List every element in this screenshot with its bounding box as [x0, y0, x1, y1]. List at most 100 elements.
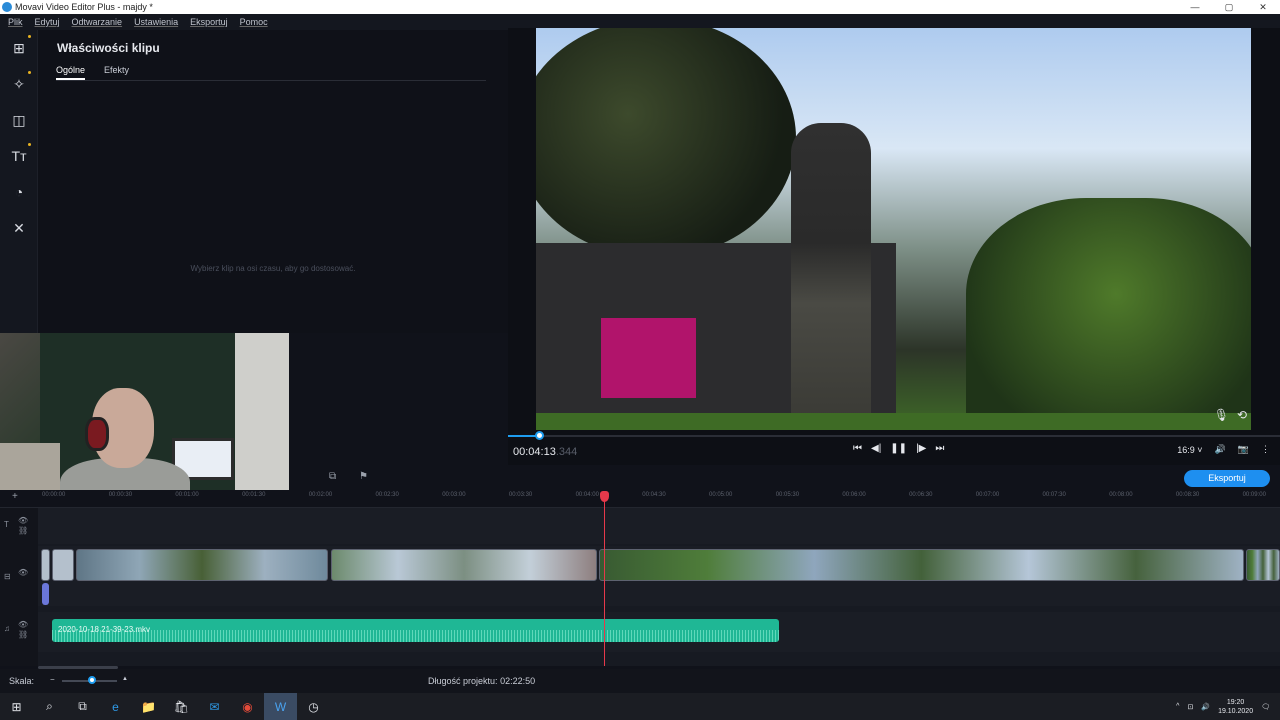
menu-plik[interactable]: Plik — [8, 17, 23, 27]
aspect-ratio-select[interactable]: 16:9 ˅ — [1177, 445, 1202, 455]
video-clip[interactable] — [41, 549, 50, 581]
scale-slider-knob[interactable] — [88, 676, 97, 684]
panel-title: Właściwości klipu — [57, 41, 160, 55]
video-clip[interactable] — [76, 549, 328, 581]
export-button[interactable]: Eksportuj — [1184, 470, 1270, 487]
tray-clock[interactable]: 19:20 19.10.2020 — [1218, 698, 1253, 716]
player-extra-controls: 16:9 ˅ 🔊 📷 ⋮ — [1177, 444, 1270, 455]
mail-icon[interactable]: ✉ — [198, 693, 231, 720]
menu-pomoc[interactable]: Pomoc — [240, 17, 268, 27]
notifications-icon[interactable]: 🗨 — [1261, 703, 1270, 711]
ruler-tick: 00:05:00 — [709, 492, 733, 498]
transport-controls: ⏮ ◀| ❚❚ |▶ ⏭ — [853, 443, 944, 454]
loop-icon[interactable]: ⟲ — [1237, 408, 1247, 422]
ruler-tick: 00:00:00 — [42, 492, 66, 498]
minimize-button[interactable]: — — [1178, 0, 1212, 14]
menu-ustawienia[interactable]: Ustawienia — [134, 17, 178, 27]
ruler-tick: 00:07:30 — [1042, 492, 1066, 498]
ruler-tick: 00:03:30 — [508, 492, 533, 498]
ruler-tick: 00:02:30 — [375, 492, 399, 498]
visibility-icon[interactable]: 👁 — [18, 620, 28, 629]
track-headers: T 👁 ⛓ ⊟ 👁 ♫ 👁 ⛓ — [0, 508, 38, 666]
frame-back-icon[interactable]: ◀| — [871, 443, 881, 454]
audio-track-icon: ♫ — [4, 624, 10, 633]
link-icon[interactable]: ⛓ — [18, 526, 28, 535]
frame-forward-icon[interactable]: |▶ — [916, 443, 926, 454]
menu-eksportuj[interactable]: Eksportuj — [190, 17, 228, 27]
import-icon[interactable]: ⊞ — [0, 30, 38, 66]
volume-icon[interactable]: 🔊 — [1215, 444, 1226, 455]
menu-edytuj[interactable]: Edytuj — [35, 17, 60, 27]
explorer-icon[interactable]: 📁 — [132, 693, 165, 720]
audio-clip[interactable]: 2020-10-18 21-39-23.mkv — [52, 619, 779, 642]
tools-icon[interactable]: ✕ — [0, 210, 38, 246]
zoom-out-icon[interactable]: − — [50, 675, 55, 684]
edge-icon[interactable]: e — [99, 693, 132, 720]
chrome-icon[interactable]: ◉ — [231, 693, 264, 720]
empty-hint: Wybierz klip na osi czasu, aby go dostos… — [190, 264, 356, 273]
close-button[interactable]: ✕ — [1246, 0, 1280, 14]
search-icon[interactable]: ⌕ — [33, 693, 66, 720]
tray-chevron-icon[interactable]: ^ — [1176, 703, 1179, 710]
store-icon[interactable]: 🛍 — [165, 693, 198, 720]
marker-icon[interactable]: ⚑ — [359, 471, 368, 482]
ruler-tick: 00:04:00 — [575, 492, 599, 498]
network-icon[interactable]: ⊡ — [1187, 703, 1193, 711]
visibility-icon[interactable]: 👁 — [18, 516, 28, 525]
task-view-icon[interactable]: ⧉ — [66, 693, 99, 720]
timeline-ruler[interactable]: + 00:00:00 00:00:30 00:01:00 00:01:30 00:02:… — [0, 490, 1280, 508]
snapshot-icon[interactable]: 📷 — [1238, 444, 1249, 455]
magic-wand-icon[interactable]: ✧ — [0, 66, 38, 102]
visibility-icon[interactable]: 👁 — [18, 568, 28, 577]
video-clip[interactable] — [52, 549, 74, 581]
ruler-tick: 00:08:00 — [1109, 492, 1133, 498]
status-bar: Skala: − ▲ Długość projektu: 02:22:50 — [0, 669, 1280, 693]
stickers-icon[interactable]: ◔ — [0, 174, 38, 210]
video-frame[interactable]: 🎙 ⟲ — [536, 28, 1251, 430]
playback-progress[interactable] — [508, 431, 1280, 440]
pause-icon[interactable]: ❚❚ — [890, 443, 907, 454]
overlay-clip[interactable] — [42, 583, 49, 605]
ruler-tick: 00:09:00 — [1242, 492, 1266, 498]
video-clip[interactable] — [599, 549, 1244, 581]
start-icon[interactable]: ⊞ — [0, 693, 33, 720]
more-icon[interactable]: ⋮ — [1261, 444, 1270, 455]
ruler-tick: 00:01:30 — [242, 492, 266, 498]
windows-taskbar: ⊞ ⌕ ⧉ e 📁 🛍 ✉ ◉ W ◷ ^ ⊡ 🔊 19:20 19.10.20… — [0, 693, 1280, 720]
project-length: Długość projektu: 02:22:50 — [428, 676, 536, 686]
playhead[interactable] — [604, 493, 605, 666]
skip-start-icon[interactable]: ⏮ — [853, 443, 862, 454]
link-icon[interactable]: ⛓ — [18, 630, 28, 639]
ruler-tick: 00:06:30 — [909, 492, 933, 498]
window-titlebar: Movavi Video Editor Plus - majdy * — ▢ ✕ — [0, 0, 1280, 14]
video-clip[interactable] — [331, 549, 597, 581]
timecode: 00:04:13.344 — [513, 446, 578, 458]
maximize-button[interactable]: ▢ — [1212, 0, 1246, 14]
ruler-tick: 00:05:30 — [775, 492, 800, 498]
chevron-down-icon: ˅ — [1197, 444, 1203, 455]
titles-icon[interactable]: Tт — [0, 138, 38, 174]
scale-label: Skala: — [9, 676, 35, 686]
tab-effects[interactable]: Efekty — [104, 65, 129, 80]
speaker-icon[interactable]: 🔊 — [1201, 703, 1210, 711]
progress-knob[interactable] — [534, 431, 544, 440]
ruler-tick: 00:01:00 — [175, 492, 199, 498]
title-track-icon: T — [4, 520, 9, 529]
clock-app-icon[interactable]: ◷ — [297, 693, 330, 720]
add-track-icon[interactable]: + — [12, 491, 18, 502]
skip-end-icon[interactable]: ⏭ — [935, 443, 944, 454]
transitions-icon[interactable]: ◫ — [0, 102, 38, 138]
movavi-icon[interactable]: W — [264, 693, 297, 720]
ruler-tick: 00:07:00 — [975, 492, 1000, 498]
ruler-tick: 00:00:30 — [108, 492, 133, 498]
tab-general[interactable]: Ogólne — [56, 65, 86, 80]
video-clip[interactable] — [1246, 549, 1280, 581]
title-lane[interactable] — [38, 508, 1280, 544]
microphone-icon[interactable]: 🎙 — [1214, 408, 1229, 422]
zoom-in-icon[interactable]: ▲ — [122, 676, 128, 682]
properties-tabs: Ogólne Efekty — [56, 65, 486, 81]
playhead-handle[interactable] — [600, 491, 609, 502]
layout-icon[interactable]: ⧉ — [329, 471, 336, 482]
menu-odtwarzanie[interactable]: Odtwarzanie — [72, 17, 123, 27]
app-icon — [2, 2, 12, 12]
